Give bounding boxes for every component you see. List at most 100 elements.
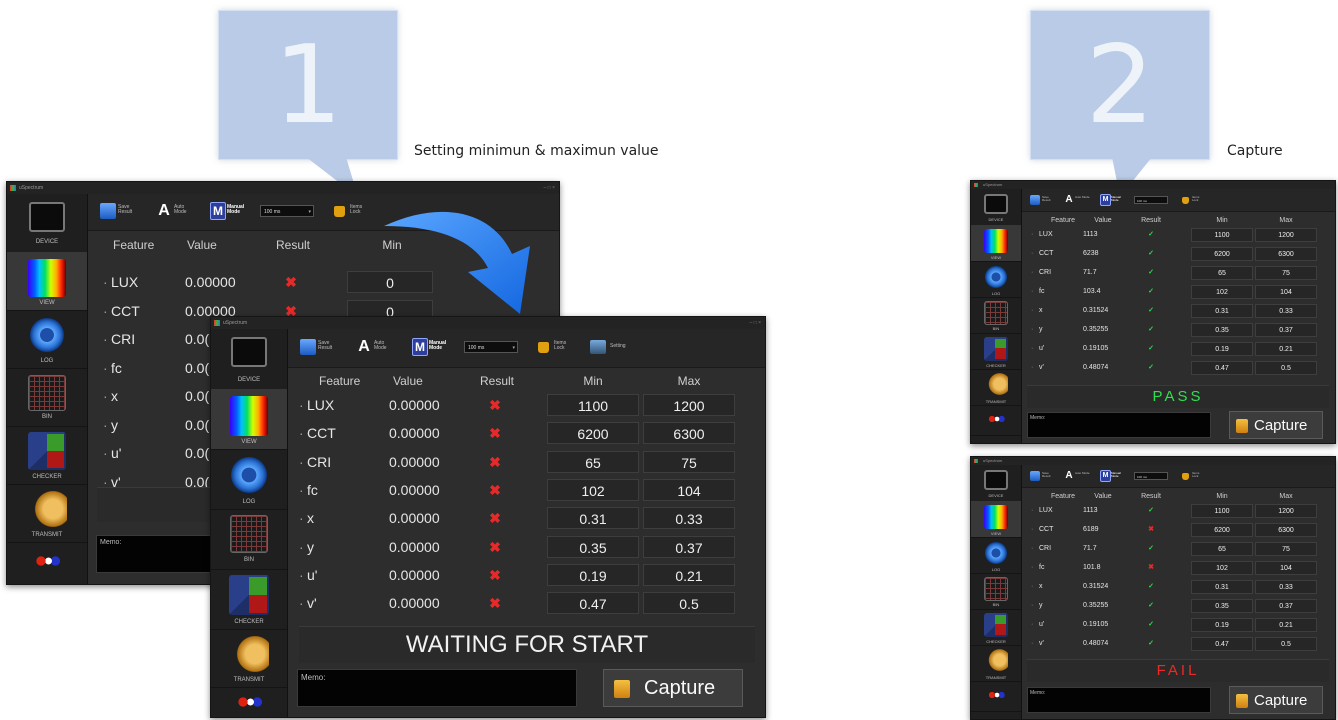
- max-input[interactable]: 75: [1255, 542, 1317, 556]
- save-icon[interactable]: [1030, 471, 1040, 481]
- sidebar-checker[interactable]: CHECKER: [7, 426, 87, 485]
- sidebar-log[interactable]: LOG: [211, 449, 287, 510]
- min-input[interactable]: 0.31: [1191, 580, 1253, 594]
- min-input[interactable]: 0.35: [1191, 323, 1253, 337]
- sidebar-bin[interactable]: BIN: [7, 368, 87, 427]
- lock-icon[interactable]: [538, 342, 549, 353]
- max-input[interactable]: 0.37: [1255, 599, 1317, 613]
- sidebar-device[interactable]: DEVICE: [971, 465, 1021, 502]
- max-input[interactable]: 0.33: [1255, 304, 1317, 318]
- setting-icon[interactable]: [590, 340, 606, 354]
- save-icon[interactable]: [1030, 195, 1040, 205]
- max-input[interactable]: 6300: [1255, 523, 1317, 537]
- auto-mode-icon[interactable]: A: [1064, 470, 1074, 482]
- sidebar-view[interactable]: VIEW: [971, 225, 1021, 262]
- max-input[interactable]: 75: [643, 450, 735, 473]
- save-result-label[interactable]: Save Result: [1042, 195, 1058, 202]
- min-input[interactable]: 1100: [1191, 228, 1253, 242]
- max-input[interactable]: 1200: [1255, 228, 1317, 242]
- auto-mode-label[interactable]: Auto Mode: [1075, 195, 1091, 199]
- min-input[interactable]: 0.31: [547, 507, 639, 530]
- sidebar-checker[interactable]: CHECKER: [971, 609, 1021, 646]
- max-input[interactable]: 0.21: [643, 563, 735, 586]
- min-input[interactable]: 0.35: [547, 535, 639, 558]
- min-input[interactable]: 102: [547, 478, 639, 501]
- save-result-label[interactable]: Save Result: [318, 340, 340, 352]
- auto-mode-label[interactable]: Auto Mode: [374, 340, 396, 352]
- integration-time-select[interactable]: 100 ms: [1134, 196, 1168, 204]
- window-controls[interactable]: – □ ×: [750, 317, 762, 329]
- min-input[interactable]: 65: [547, 450, 639, 473]
- memo-field[interactable]: Memo:: [1027, 687, 1211, 713]
- max-input[interactable]: 0.21: [1255, 342, 1317, 356]
- min-input[interactable]: 0.47: [1191, 361, 1253, 375]
- manual-mode-label[interactable]: Manual Mode: [1111, 471, 1127, 478]
- sidebar-more[interactable]: [971, 405, 1021, 436]
- min-input[interactable]: 0.47: [547, 592, 639, 615]
- max-input[interactable]: 75: [1255, 266, 1317, 280]
- min-input[interactable]: 65: [1191, 542, 1253, 556]
- min-input[interactable]: 0.47: [1191, 637, 1253, 651]
- max-input[interactable]: 104: [1255, 285, 1317, 299]
- max-input[interactable]: 1200: [1255, 504, 1317, 518]
- memo-field[interactable]: Memo:: [96, 535, 226, 573]
- manual-mode-icon[interactable]: M: [412, 338, 428, 356]
- max-input[interactable]: 104: [643, 478, 735, 501]
- memo-field[interactable]: Memo:: [297, 669, 577, 707]
- sidebar-view[interactable]: VIEW: [211, 389, 287, 450]
- max-input[interactable]: 6300: [1255, 247, 1317, 261]
- min-input[interactable]: 6200: [1191, 523, 1253, 537]
- sidebar-more[interactable]: [211, 687, 287, 717]
- auto-mode-label[interactable]: Auto Mode: [1075, 471, 1091, 475]
- max-input[interactable]: 1200: [643, 394, 735, 416]
- manual-mode-icon[interactable]: M: [1100, 470, 1111, 482]
- sidebar-transmit[interactable]: TRANSMIT: [211, 629, 287, 688]
- sidebar-device[interactable]: DEVICE: [971, 189, 1021, 226]
- min-input[interactable]: 0.19: [1191, 618, 1253, 632]
- sidebar-bin[interactable]: BIN: [211, 509, 287, 570]
- sidebar-view[interactable]: VIEW: [7, 252, 87, 311]
- min-input[interactable]: 102: [1191, 561, 1253, 575]
- max-input[interactable]: 0.37: [643, 535, 735, 558]
- sidebar-log[interactable]: LOG: [971, 537, 1021, 574]
- integration-time-select[interactable]: 100 ms ▾: [260, 205, 314, 217]
- sidebar-transmit[interactable]: TRANSMIT: [971, 645, 1021, 682]
- min-input[interactable]: 6200: [1191, 247, 1253, 261]
- capture-button[interactable]: Capture: [1229, 411, 1323, 439]
- sidebar-transmit[interactable]: TRANSMIT: [7, 484, 87, 543]
- capture-button[interactable]: Capture: [1229, 686, 1323, 714]
- min-input[interactable]: 65: [1191, 266, 1253, 280]
- save-result-label[interactable]: Save Result: [118, 204, 140, 216]
- sidebar-transmit[interactable]: TRANSMIT: [971, 369, 1021, 406]
- min-input[interactable]: 6200: [547, 422, 639, 445]
- save-icon[interactable]: [300, 339, 316, 355]
- max-input[interactable]: 0.33: [643, 507, 735, 530]
- auto-mode-icon[interactable]: A: [1064, 194, 1074, 206]
- sidebar-checker[interactable]: CHECKER: [971, 333, 1021, 370]
- min-input[interactable]: 0.31: [1191, 304, 1253, 318]
- integration-time-select[interactable]: 100 ms ▾: [464, 341, 518, 353]
- sidebar-device[interactable]: DEVICE: [7, 194, 87, 253]
- sidebar-more[interactable]: [7, 542, 87, 584]
- sidebar-log[interactable]: LOG: [7, 310, 87, 369]
- min-input[interactable]: 102: [1191, 285, 1253, 299]
- min-input[interactable]: 0.19: [1191, 342, 1253, 356]
- sidebar-device[interactable]: DEVICE: [211, 329, 287, 390]
- items-lock-label[interactable]: Items Lock: [1192, 195, 1206, 202]
- sidebar-more[interactable]: [971, 681, 1021, 712]
- lock-icon[interactable]: [1182, 197, 1189, 204]
- sidebar-bin[interactable]: BIN: [971, 573, 1021, 610]
- min-input[interactable]: 0.19: [547, 563, 639, 586]
- manual-mode-label[interactable]: Manual Mode: [429, 340, 451, 352]
- manual-mode-label[interactable]: Manual Mode: [1111, 195, 1127, 202]
- auto-mode-icon[interactable]: A: [356, 338, 372, 356]
- min-input[interactable]: 0.35: [1191, 599, 1253, 613]
- lock-icon[interactable]: [1182, 473, 1189, 480]
- max-input[interactable]: 0.5: [1255, 361, 1317, 375]
- max-input[interactable]: 0.37: [1255, 323, 1317, 337]
- setting-label[interactable]: Setting: [610, 343, 636, 349]
- items-lock-label[interactable]: Items Lock: [1192, 471, 1206, 478]
- auto-mode-label[interactable]: Auto Mode: [174, 204, 196, 216]
- max-input[interactable]: 6300: [643, 422, 735, 445]
- max-input[interactable]: 0.33: [1255, 580, 1317, 594]
